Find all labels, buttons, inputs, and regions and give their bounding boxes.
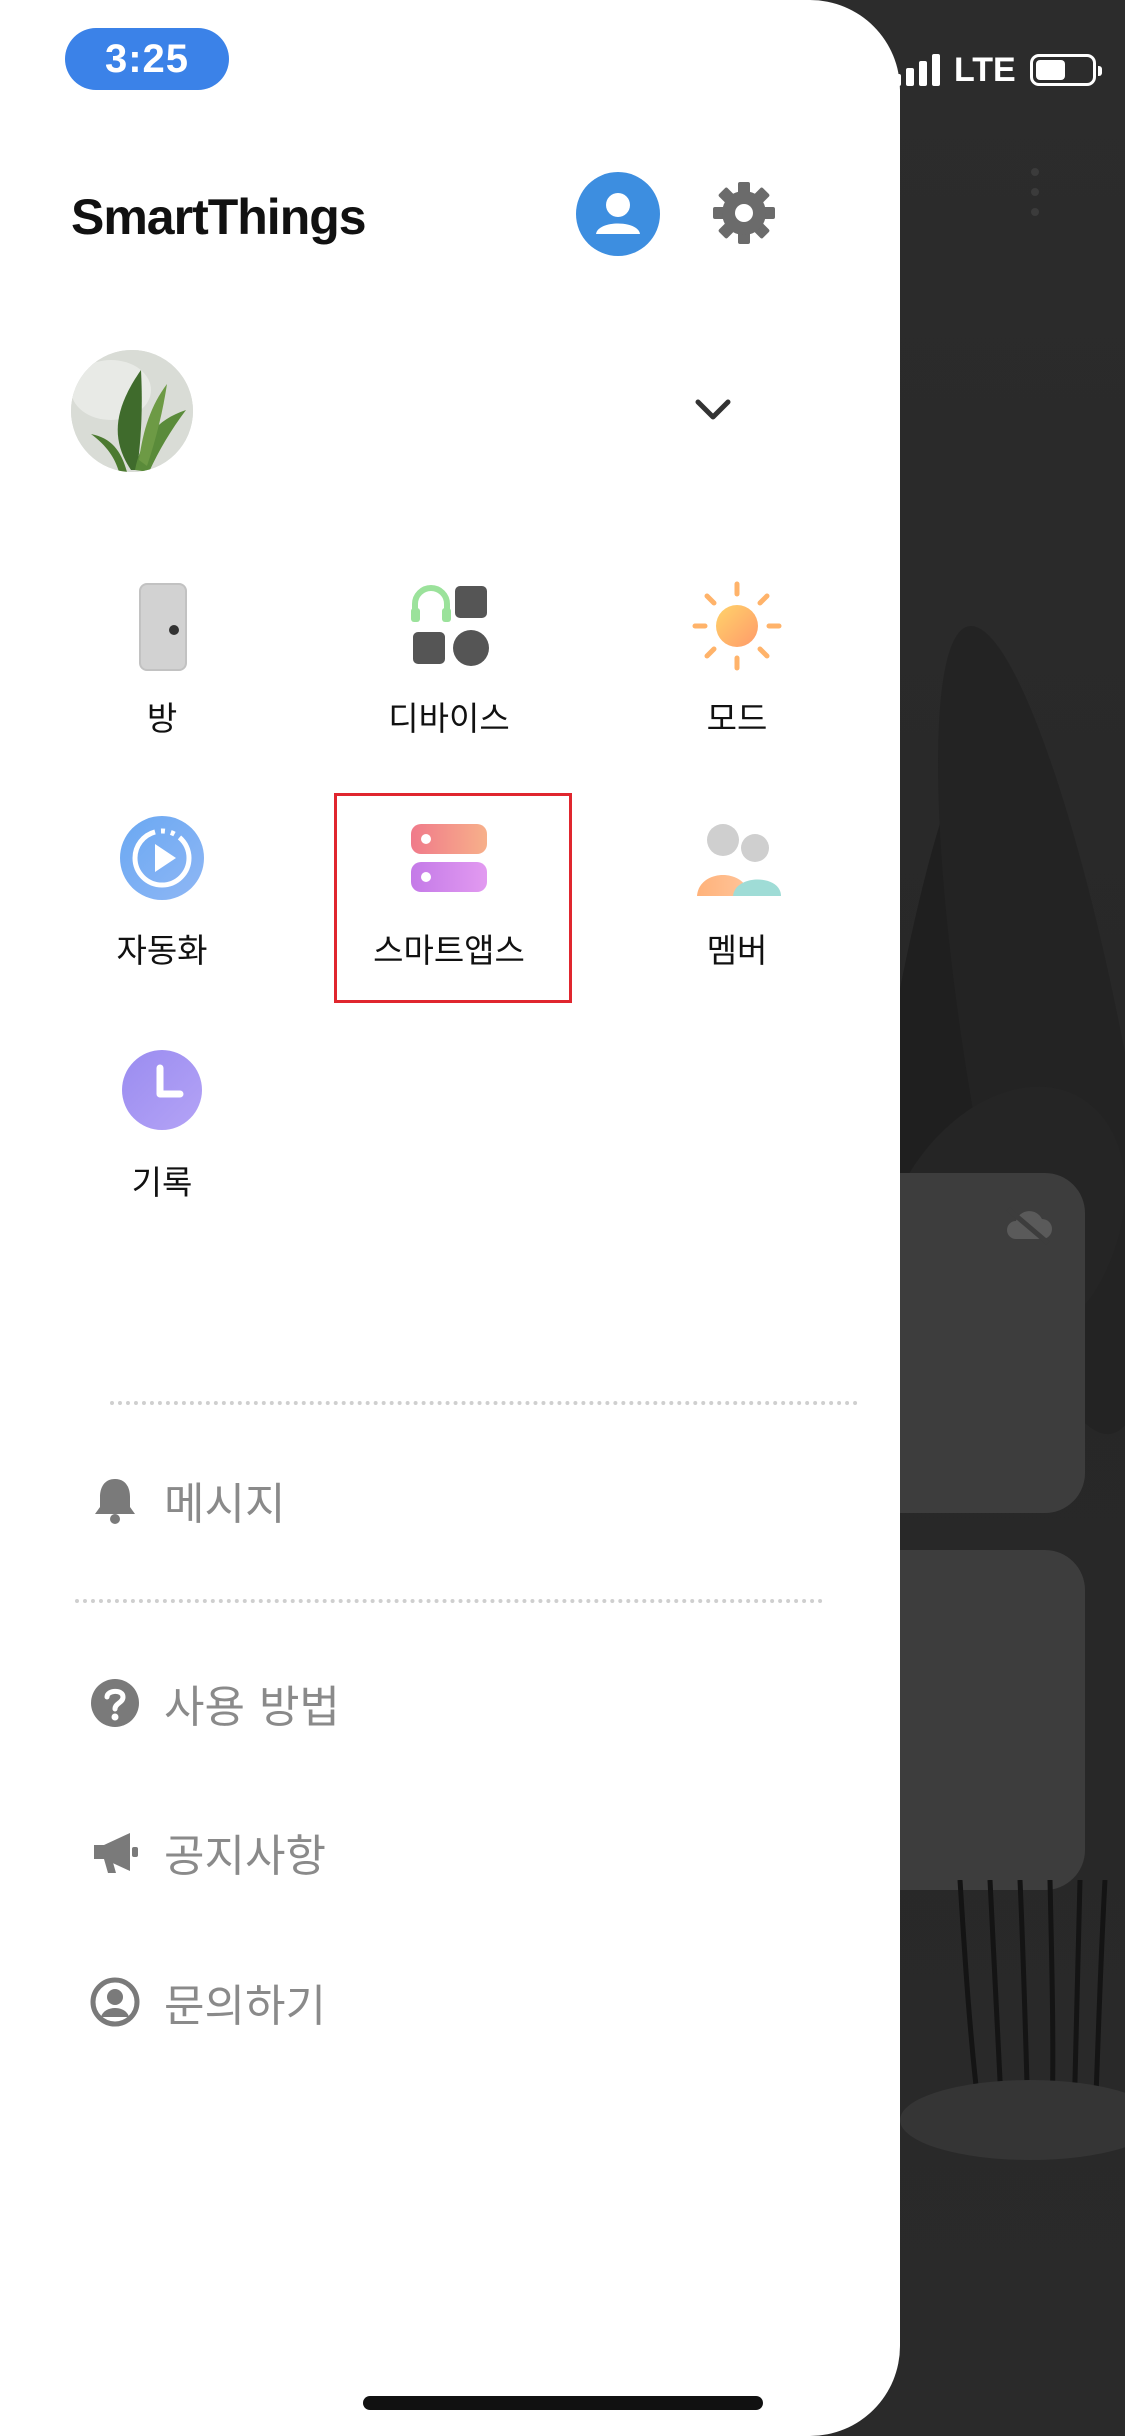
menu-label: 메시지 [164, 1479, 286, 1530]
clock-icon [122, 1050, 202, 1130]
plant-photo [71, 350, 193, 472]
sun-icon [692, 581, 782, 671]
home-indicator[interactable] [363, 2396, 763, 2410]
gear-icon [713, 182, 775, 244]
menu-contact[interactable]: 문의하기 [88, 1967, 326, 2037]
location-avatar[interactable] [71, 350, 193, 472]
members-icon [697, 824, 781, 896]
menu-notices[interactable]: 공지사항 [88, 1817, 326, 1887]
shortcut-members[interactable]: 멤버 [622, 810, 852, 990]
shortcut-label: 디바이스 [388, 699, 510, 738]
shortcut-history[interactable]: 기록 [47, 1042, 277, 1222]
background-plant-pot [900, 2080, 1125, 2160]
shortcut-label: 자동화 [116, 931, 208, 970]
settings-button[interactable] [711, 180, 777, 246]
shortcut-modes[interactable]: 모드 [622, 578, 852, 758]
battery-level [1035, 60, 1066, 80]
shortcut-label: 모드 [706, 699, 768, 738]
menu-label: 문의하기 [164, 1981, 326, 2032]
shortcut-label: 멤버 [706, 931, 768, 970]
contact-icon [90, 1977, 140, 2027]
status-bar-right: LTE [893, 48, 1102, 92]
door-icon [139, 583, 187, 671]
signal-icon [893, 54, 940, 86]
cloud-offline-icon [1006, 1207, 1052, 1245]
devices-icon [411, 585, 489, 666]
question-icon [91, 1679, 139, 1727]
divider [110, 1401, 858, 1405]
shortcut-label: 방 [146, 699, 178, 738]
navigation-drawer: 3:25 SmartThings 방 디바이스 모드 자동화 스마트앱스 멤버 … [0, 0, 900, 2436]
app-title: SmartThings [71, 189, 367, 245]
location-dropdown-button[interactable] [690, 390, 736, 430]
status-time: 3:25 [65, 28, 229, 90]
divider [75, 1599, 823, 1603]
menu-messages[interactable]: 메시지 [88, 1465, 285, 1535]
battery-icon [1029, 54, 1102, 86]
network-type: LTE [954, 50, 1016, 89]
background-more-icon [1030, 168, 1040, 224]
bell-icon [95, 1479, 135, 1524]
menu-label: 공지사항 [164, 1831, 326, 1882]
shortcut-automations[interactable]: 자동화 [47, 810, 277, 990]
highlight-box [334, 793, 572, 1003]
chevron-down-icon [695, 399, 731, 420]
profile-button[interactable] [576, 172, 660, 256]
shortcut-label: 기록 [131, 1163, 193, 1202]
menu-label: 사용 방법 [164, 1682, 340, 1733]
person-icon [596, 193, 640, 234]
shortcut-devices[interactable]: 디바이스 [334, 578, 564, 758]
automation-play-icon [120, 816, 204, 900]
menu-how-to-use[interactable]: 사용 방법 [88, 1668, 340, 1738]
shortcut-rooms[interactable]: 방 [47, 578, 277, 758]
megaphone-icon [94, 1833, 138, 1873]
